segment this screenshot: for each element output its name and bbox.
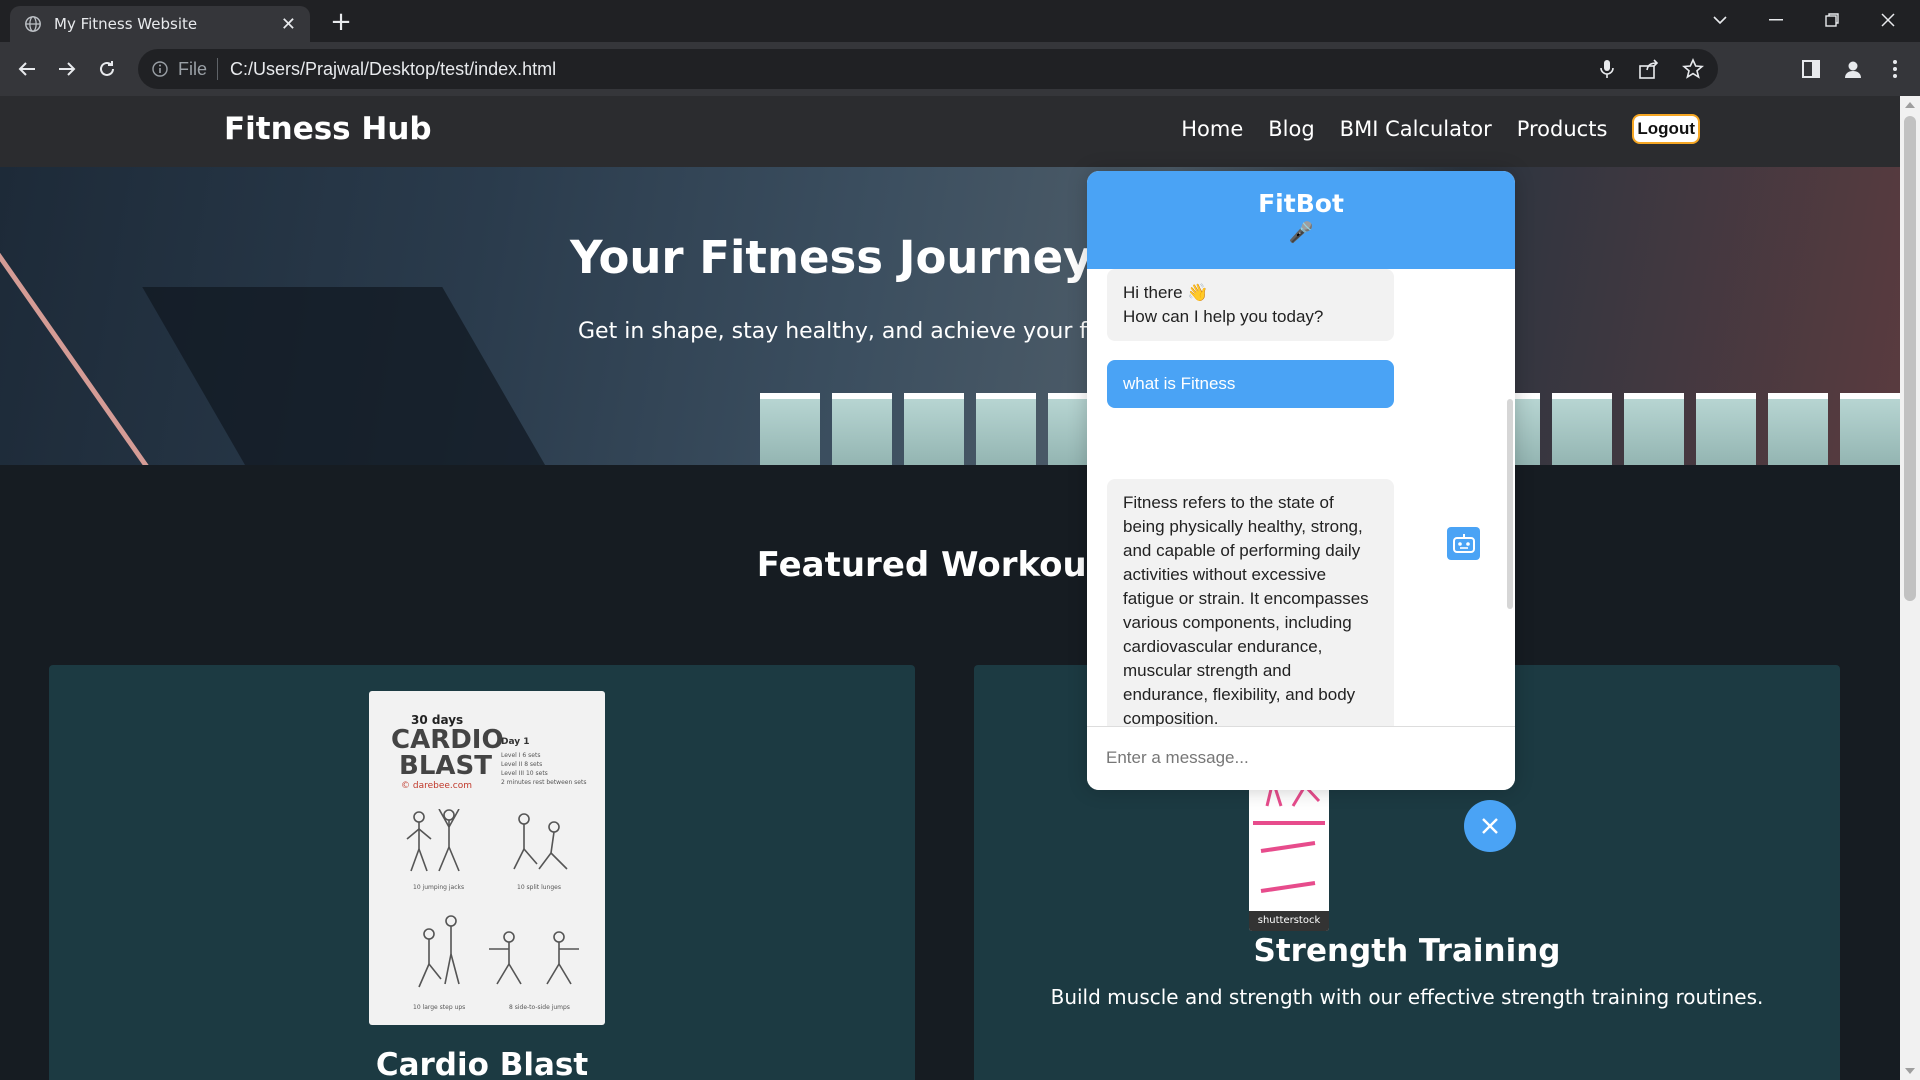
tab-search-chevron-down-icon[interactable] [1692, 0, 1748, 40]
card-description-strength: Build muscle and strength with our effec… [1050, 985, 1764, 1009]
poster-caption-1: 10 jumping jacks [413, 884, 464, 891]
featured-heading: Featured Workouts [756, 545, 1124, 585]
scroll-down-arrow[interactable] [1905, 1068, 1915, 1074]
cardio-blast-poster: 30 days CARDIO BLAST © darebee.com Day 1… [369, 691, 605, 1025]
chatbot-title: FitBot [1258, 189, 1344, 218]
hero-banner: Your Fitness Journey Starts Here Get in … [0, 167, 1900, 465]
microphone-icon[interactable]: 🎤 [1087, 220, 1515, 244]
globe-icon [25, 16, 41, 32]
card-title-cardio: Cardio Blast [375, 1047, 589, 1080]
chat-message-input[interactable] [1106, 743, 1496, 773]
robot-icon [1447, 527, 1480, 560]
scroll-up-arrow[interactable] [1905, 102, 1915, 108]
site-header: Fitness Hub Home Blog BMI Calculator Pro… [0, 96, 1900, 167]
minimize-icon[interactable] [1748, 0, 1804, 40]
close-icon [1482, 818, 1498, 834]
star-icon[interactable] [1682, 58, 1704, 80]
workout-card-cardio[interactable]: 30 days CARDIO BLAST © darebee.com Day 1… [49, 665, 915, 1080]
poster-day: Day 1 [501, 737, 530, 747]
browser-toolbar: File C:/Users/Prajwal/Desktop/test/index… [0, 42, 1920, 96]
page-scrollbar[interactable] [1900, 96, 1920, 1080]
user-message: what is Fitness [1107, 360, 1394, 408]
browser-tab[interactable]: My Fitness Website ✕ [10, 6, 310, 42]
share-icon[interactable] [1638, 58, 1660, 80]
browser-tab-bar: My Fitness Website ✕ + [0, 0, 1920, 42]
featured-workouts-section: Featured Workouts 30 days CARDIO BLAST ©… [0, 465, 1900, 1080]
main-nav: Home Blog BMI Calculator Products Logout [1181, 114, 1700, 144]
address-bar[interactable]: File C:/Users/Prajwal/Desktop/test/index… [138, 49, 1718, 89]
tab-title: My Fitness Website [54, 15, 198, 33]
card-title-strength: Strength Training [1253, 933, 1561, 969]
restore-icon[interactable] [1804, 0, 1860, 40]
tab-close-icon[interactable]: ✕ [281, 14, 296, 35]
chat-input-area [1087, 726, 1515, 790]
poster-caption-3: 10 large step ups [413, 1004, 465, 1011]
poster-levels: Level I 6 sets Level II 8 sets Level III… [501, 752, 587, 786]
mic-icon[interactable] [1598, 58, 1616, 80]
nav-bmi-calculator[interactable]: BMI Calculator [1340, 117, 1492, 141]
forward-icon[interactable] [52, 54, 82, 84]
nav-home[interactable]: Home [1181, 117, 1243, 141]
page-viewport: Fitness Hub Home Blog BMI Calculator Pro… [0, 96, 1900, 1080]
bot-message: Hi there 👋 How can I help you today? [1107, 269, 1394, 341]
info-icon[interactable] [152, 61, 168, 77]
omnibox-actions [1598, 58, 1704, 80]
address-separator [217, 58, 219, 80]
back-icon[interactable] [12, 54, 42, 84]
file-scheme-label: File [178, 58, 208, 79]
bot-message: Fitness refers to the state of being phy… [1107, 479, 1394, 726]
nav-blog[interactable]: Blog [1268, 117, 1314, 141]
chatbot-header: FitBot 🎤 [1087, 171, 1515, 269]
logout-button[interactable]: Logout [1632, 114, 1700, 144]
chat-scrollbar[interactable] [1507, 399, 1513, 609]
poster-title-1: CARDIO [391, 725, 504, 755]
reload-icon[interactable] [92, 54, 122, 84]
sidepanel-icon[interactable] [1796, 54, 1826, 84]
poster-caption-4: 8 side-to-side jumps [509, 1004, 570, 1011]
new-tab-button[interactable]: + [326, 8, 356, 36]
chat-close-button[interactable] [1464, 800, 1516, 852]
window-close-icon[interactable] [1860, 0, 1916, 40]
nav-products[interactable]: Products [1517, 117, 1608, 141]
shutterstock-watermark: shutterstock [1249, 911, 1329, 931]
profile-icon[interactable] [1838, 54, 1868, 84]
chat-messages: Hi there 👋 How can I help you today? wha… [1087, 269, 1515, 726]
poster-caption-2: 10 split lunges [517, 884, 561, 891]
poster-exercise-figures: 10 jumping jacks 10 split lunges 10 larg… [406, 809, 579, 1011]
poster-site: © darebee.com [401, 781, 472, 791]
scrollbar-thumb[interactable] [1904, 116, 1916, 601]
more-icon[interactable] [1880, 54, 1910, 84]
chatbot-window: FitBot 🎤 Hi there 👋 How can I help you t… [1087, 171, 1515, 790]
poster-title-2: BLAST [399, 751, 492, 781]
url-text[interactable]: C:/Users/Prajwal/Desktop/test/index.html [230, 59, 556, 80]
brand-logo[interactable]: Fitness Hub [224, 111, 432, 147]
